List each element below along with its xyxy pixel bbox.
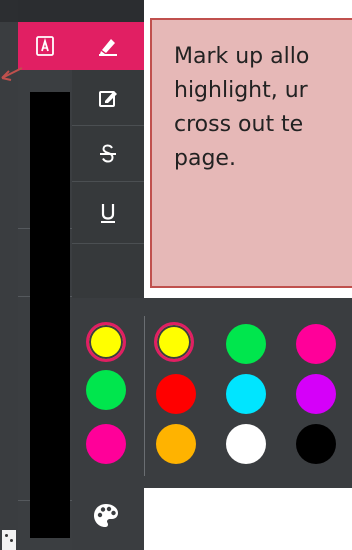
strikethrough-icon — [97, 142, 119, 166]
color-swatch[interactable] — [86, 370, 126, 410]
page-background — [144, 488, 352, 550]
underline-tool-button[interactable] — [72, 182, 144, 244]
redacted-panel — [30, 92, 70, 538]
color-swatch-yellow[interactable] — [154, 322, 194, 362]
strikethrough-tool-button[interactable] — [72, 126, 144, 182]
left-rail-header — [0, 0, 18, 22]
current-color-swatch[interactable] — [86, 322, 126, 362]
highlight-tool-button[interactable] — [72, 22, 144, 70]
color-swatch[interactable] — [86, 424, 126, 464]
color-swatch-white[interactable] — [226, 424, 266, 464]
color-swatch-red[interactable] — [156, 374, 196, 414]
color-swatch-purple[interactable] — [296, 374, 336, 414]
callout-line: page. — [174, 146, 236, 171]
main-toolbar — [18, 0, 72, 550]
color-swatch-green[interactable] — [226, 324, 266, 364]
note-tool-button[interactable] — [72, 70, 144, 126]
tooltip-callout: Mark up allo highlight, ur cross out te … — [150, 18, 352, 288]
underline-icon — [97, 201, 119, 225]
palette-divider — [144, 316, 145, 476]
palette-icon — [91, 501, 121, 531]
pencil-note-icon — [97, 87, 119, 109]
callout-arrow — [0, 60, 26, 86]
callout-line: Mark up allo — [174, 44, 310, 69]
main-toolbar-header — [18, 0, 72, 22]
custom-color-button[interactable] — [86, 496, 126, 536]
color-swatch-black[interactable] — [296, 424, 336, 464]
callout-line: highlight, ur — [174, 78, 308, 103]
markup-tool-icon — [35, 35, 55, 57]
color-swatch-orange[interactable] — [156, 424, 196, 464]
dice-icon[interactable] — [2, 530, 16, 550]
highlighter-icon — [97, 35, 119, 57]
color-swatch-pink[interactable] — [296, 324, 336, 364]
callout-line: cross out te — [174, 112, 304, 137]
markup-tool-button[interactable] — [18, 22, 72, 70]
color-swatch-cyan[interactable] — [226, 374, 266, 414]
markup-options-header — [72, 0, 144, 22]
